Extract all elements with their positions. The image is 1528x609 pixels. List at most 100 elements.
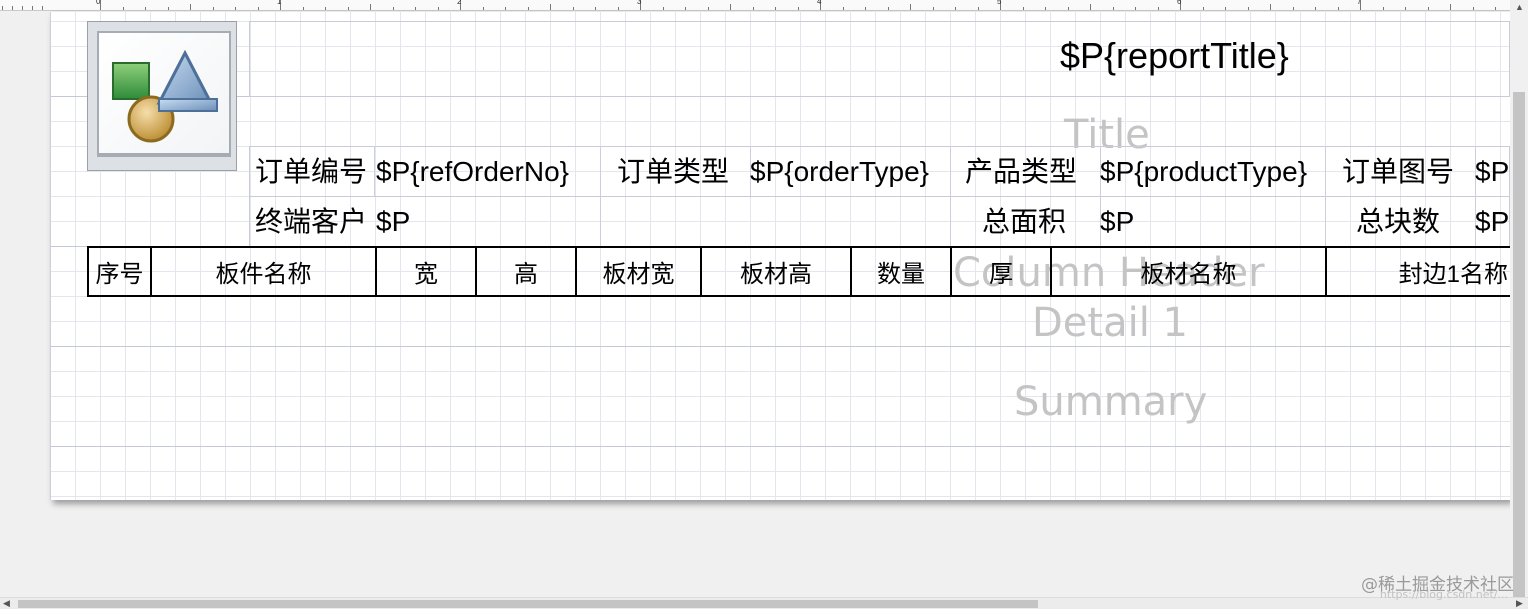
ruler-tick xyxy=(617,7,619,10)
ruler-number: 4 xyxy=(817,0,822,6)
drawing-no-label[interactable]: 订单图号 xyxy=(1342,158,1454,186)
summary-band-line xyxy=(50,446,1510,447)
end-customer-field[interactable]: $P xyxy=(376,208,410,236)
ruler-tick xyxy=(1495,7,1496,10)
ruler-tick xyxy=(505,7,506,10)
ruler-tick xyxy=(662,7,664,10)
ruler-tick xyxy=(1405,7,1406,10)
ruler-tick xyxy=(730,4,731,10)
report-title-field[interactable]: $P{reportTitle} xyxy=(1060,38,1289,74)
ruler-number: 2 xyxy=(457,0,462,6)
ruler-number: 1 xyxy=(277,0,282,6)
ruler-tick xyxy=(415,7,416,10)
ruler-number: 6 xyxy=(1177,0,1182,6)
ruler-tick xyxy=(1315,7,1316,10)
cell-divider xyxy=(600,146,601,246)
ruler-tick xyxy=(1112,7,1114,10)
total-pieces-label[interactable]: 总块数 xyxy=(1356,208,1440,236)
horizontal-ruler: 0 1 2 3 4 5 6 7 xyxy=(0,0,1510,11)
report-image-placeholder-icon xyxy=(97,31,231,157)
column-header-cell[interactable]: 高 xyxy=(477,248,577,295)
ruler-tick xyxy=(910,4,911,10)
column-header-cell[interactable]: 板件名称 xyxy=(152,248,377,295)
ruler-tick xyxy=(32,6,33,10)
band-label-detail: Detail 1 xyxy=(1032,300,1188,346)
horizontal-scrollbar[interactable]: ◀ ▶ xyxy=(0,597,1528,609)
order-no-label[interactable]: 订单编号 xyxy=(255,158,367,186)
ruler-tick xyxy=(325,7,326,10)
column-header-cell[interactable]: 序号 xyxy=(89,248,152,295)
detail-band-line xyxy=(50,346,1510,347)
ruler-tick xyxy=(12,6,13,10)
band-label-summary: Summary xyxy=(1014,379,1208,425)
ruler-tick xyxy=(1225,7,1226,10)
ruler-tick xyxy=(865,7,866,10)
total-area-field[interactable]: $P xyxy=(1100,208,1134,236)
ruler-tick xyxy=(190,4,191,10)
horizontal-scroll-thumb[interactable] xyxy=(18,600,1038,608)
column-header-cell[interactable]: 板材高 xyxy=(702,248,852,295)
drawing-no-field[interactable]: $P xyxy=(1475,158,1509,186)
cell-divider xyxy=(374,146,375,196)
vertical-scroll-thumb[interactable] xyxy=(1513,92,1525,597)
end-customer-label[interactable]: 终端客户 xyxy=(255,208,367,236)
ruler-tick xyxy=(1382,7,1384,10)
ruler-tick xyxy=(1067,7,1069,10)
ruler-number: 3 xyxy=(637,0,642,6)
ruler-tick xyxy=(977,7,979,10)
ruler-tick xyxy=(1135,7,1136,10)
ruler-tick xyxy=(42,6,43,10)
column-header-cell[interactable]: 厚 xyxy=(952,248,1052,295)
product-type-field[interactable]: $P{productType} xyxy=(1100,158,1307,186)
ruler-tick xyxy=(1337,7,1339,10)
scroll-right-arrow-icon[interactable]: ▶ xyxy=(1516,599,1523,608)
scroll-up-arrow-icon[interactable]: ▲ xyxy=(1515,3,1524,12)
ruler-tick xyxy=(347,7,349,10)
scroll-left-arrow-icon[interactable]: ◀ xyxy=(3,599,10,608)
total-area-label[interactable]: 总面积 xyxy=(982,208,1066,236)
ruler-tick xyxy=(1202,7,1204,10)
ruler-tick xyxy=(1270,4,1271,10)
ruler-tick xyxy=(257,7,259,10)
ruler-tick xyxy=(595,7,596,10)
order-type-field[interactable]: $P{orderType} xyxy=(750,158,929,186)
ruler-tick xyxy=(707,7,709,10)
ruler-tick xyxy=(527,7,529,10)
title-field-frame[interactable] xyxy=(249,21,1510,97)
vertical-scrollbar[interactable]: ▲ xyxy=(1510,0,1528,597)
ruler-tick xyxy=(22,6,23,10)
ruler-number: 7 xyxy=(1357,0,1362,6)
column-header-cell[interactable]: 宽 xyxy=(377,248,477,295)
ruler-tick xyxy=(932,7,934,10)
column-header-cell[interactable]: 数量 xyxy=(852,248,952,295)
site-watermark: @稀土掘金技术社区 xyxy=(1361,575,1514,595)
cell-divider xyxy=(950,146,951,246)
order-type-label[interactable]: 订单类型 xyxy=(617,158,729,186)
ruler-tick xyxy=(1292,7,1294,10)
ruler-tick xyxy=(145,7,146,10)
ruler-number: 5 xyxy=(997,0,1002,6)
ruler-tick xyxy=(955,7,956,10)
column-header-cell[interactable]: 封边1名称 xyxy=(1327,248,1510,295)
report-design-page[interactable]: Title Column Header Detail 1 Summary $P{… xyxy=(50,12,1510,500)
column-header-cell[interactable]: 板材宽 xyxy=(577,248,702,295)
info-row-frame xyxy=(249,196,1510,247)
ruler-tick xyxy=(1450,4,1451,10)
page-margin-line xyxy=(50,12,51,500)
ruler-tick xyxy=(1247,7,1249,10)
ruler-number: 0 xyxy=(96,0,101,6)
ruler-tick xyxy=(1090,4,1091,10)
ruler-tick xyxy=(302,7,304,10)
ruler-tick xyxy=(572,7,574,10)
ruler-tick xyxy=(752,7,754,10)
product-type-label[interactable]: 产品类型 xyxy=(965,158,1077,186)
ruler-tick xyxy=(685,7,686,10)
order-no-field[interactable]: $P{refOrderNo} xyxy=(376,158,569,186)
total-pieces-field[interactable]: $P xyxy=(1475,208,1509,236)
ruler-tick xyxy=(2,6,3,10)
cell-divider xyxy=(1325,146,1326,246)
column-header-cell[interactable]: 板材名称 xyxy=(1052,248,1327,295)
ruler-tick xyxy=(392,7,394,10)
report-logo-image[interactable] xyxy=(87,21,237,171)
ruler-tick xyxy=(1022,7,1024,10)
